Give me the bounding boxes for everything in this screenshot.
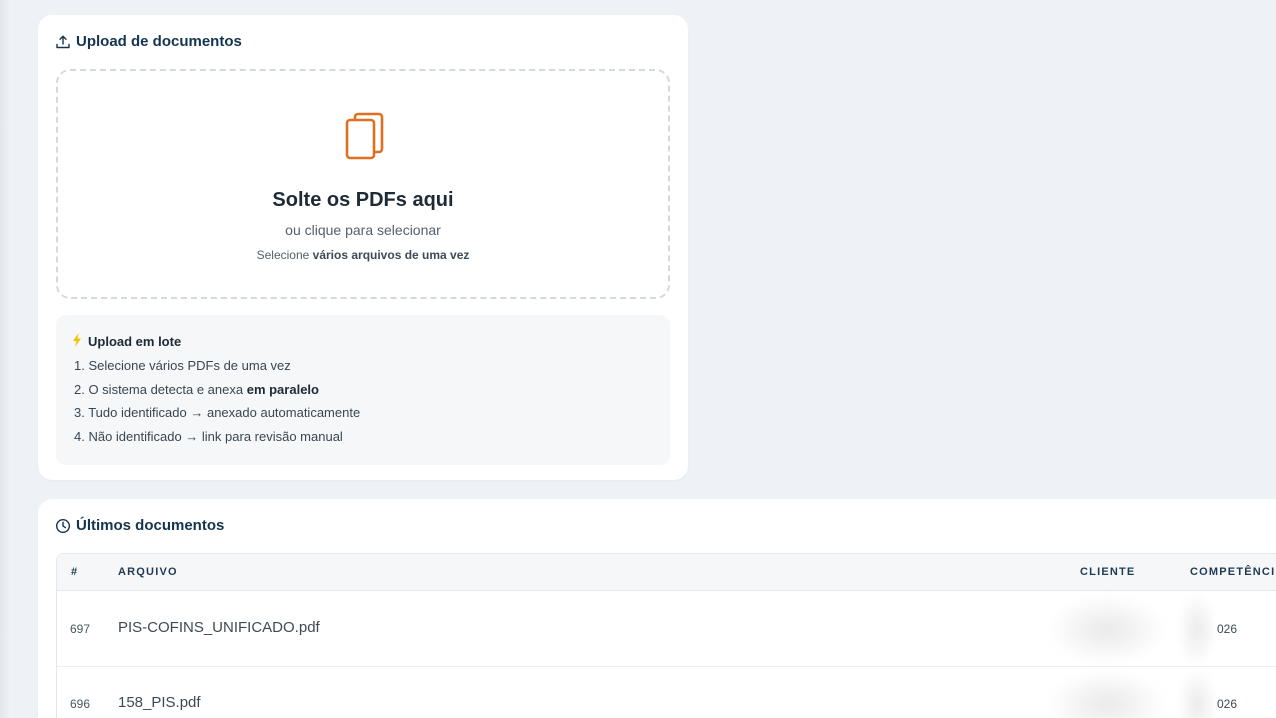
lightning-icon <box>72 333 82 350</box>
competence-redacted <box>1177 667 1217 718</box>
batch-step: 1. Selecione vários PDFs de uma vez <box>74 357 360 381</box>
documents-table: # ARQUIVO CLIENTE COMPETÊNCI 697 PIS-COF… <box>56 553 1276 718</box>
table-header: # ARQUIVO CLIENTE COMPETÊNCI <box>57 554 1276 591</box>
recent-documents-card: Últimos documentos # ARQUIVO CLIENTE COM… <box>38 499 1276 718</box>
upload-title-text: Upload de documentos <box>76 33 242 50</box>
file-name-link[interactable]: 158_PIS.pdf <box>118 694 201 711</box>
batch-upload-info: Upload em lote 1. Selecione vários PDFs … <box>56 315 670 465</box>
batch-step: 2. O sistema detecta e anexa em paralelo <box>74 381 360 405</box>
dropzone-hint: Selecione vários arquivos de uma vez <box>58 248 668 262</box>
file-name-link[interactable]: PIS-COFINS_UNIFICADO.pdf <box>118 619 320 636</box>
upload-icon <box>55 34 71 50</box>
batch-title-text: Upload em lote <box>88 334 182 349</box>
dropzone-hint-prefix: Selecione <box>256 248 313 262</box>
left-edge-shadow <box>0 0 10 718</box>
batch-step-text: 3. Tudo identificado → anexado automatic… <box>74 405 361 421</box>
competence-redacted <box>1177 592 1217 667</box>
batch-step-text: 2. O sistema detecta e anexa <box>74 381 247 397</box>
row-number: 697 <box>70 622 91 636</box>
upload-card-title: Upload de documentos <box>55 33 242 50</box>
table-row[interactable]: 697 PIS-COFINS_UNIFICADO.pdf 026 <box>57 592 1276 667</box>
dropzone-hint-bold: vários arquivos de uma vez <box>312 248 470 262</box>
batch-step-text: 4. Não identificado → link para revisão … <box>74 428 343 444</box>
column-header-file[interactable]: ARQUIVO <box>118 566 178 578</box>
column-header-competence[interactable]: COMPETÊNCI <box>1190 566 1275 578</box>
files-icon <box>345 112 385 167</box>
upload-card: Upload de documentos Solte os PDFs aqui … <box>38 15 688 480</box>
row-number: 696 <box>70 697 91 711</box>
row-competence: 026 <box>1217 697 1238 711</box>
batch-title: Upload em lote <box>72 333 181 350</box>
column-header-number[interactable]: # <box>71 566 78 578</box>
batch-step: 3. Tudo identificado → anexado automatic… <box>74 404 360 428</box>
dropzone-subtitle: ou clique para selecionar <box>285 222 441 238</box>
client-redacted <box>1042 592 1172 667</box>
pdf-dropzone[interactable]: Solte os PDFs aqui ou clique para seleci… <box>56 69 670 299</box>
row-competence: 026 <box>1217 622 1238 636</box>
batch-step: 4. Não identificado → link para revisão … <box>74 428 360 452</box>
column-header-client[interactable]: CLIENTE <box>1080 566 1135 578</box>
recent-title-text: Últimos documentos <box>76 517 225 534</box>
recent-card-title: Últimos documentos <box>55 517 224 534</box>
table-row[interactable]: 696 158_PIS.pdf 026 <box>57 667 1276 718</box>
client-redacted <box>1042 667 1172 718</box>
batch-step-bold: em paralelo <box>246 381 319 397</box>
dropzone-title: Solte os PDFs aqui <box>272 189 454 211</box>
batch-steps-list: 1. Selecione vários PDFs de uma vez 2. O… <box>74 357 360 451</box>
batch-step-text: 1. Selecione vários PDFs de uma vez <box>74 358 291 373</box>
clock-icon <box>55 518 71 534</box>
